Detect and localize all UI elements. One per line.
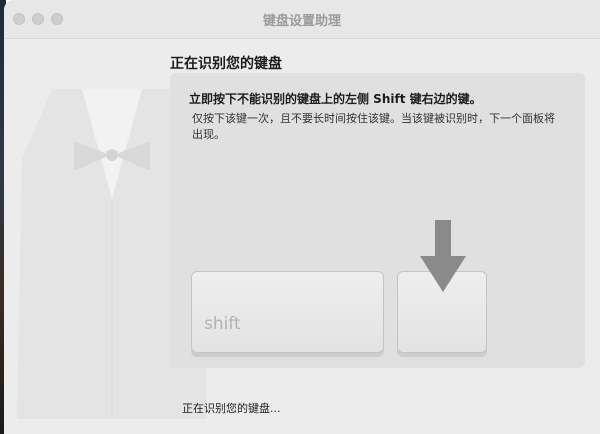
- down-arrow-icon: [420, 220, 466, 292]
- shift-key-illustration: shift: [191, 271, 384, 353]
- instruction-panel: 立即按下不能识别的键盘上的左侧 Shift 键右边的键。 仅按下该键一次，且不要…: [170, 73, 585, 368]
- status-text: 正在识别您的键盘...: [182, 402, 281, 415]
- keyboard-setup-assistant-window: 键盘设置助理 正在识别您的键盘 立即按下不能识别的键盘上的左侧 Shift 键右…: [4, 0, 600, 434]
- window-title: 键盘设置助理: [262, 14, 341, 29]
- detail-text: 仅按下该键一次，且不要长时间按住该键。当该键被识别时，下一个面板将出现。: [192, 112, 555, 141]
- title-bar[interactable]: 键盘设置助理: [4, 0, 600, 39]
- content-area: 正在识别您的键盘 立即按下不能识别的键盘上的左侧 Shift 键右边的键。 仅按…: [4, 39, 600, 434]
- instruction-text: 立即按下不能识别的键盘上的左侧 Shift 键右边的键。: [189, 92, 482, 106]
- shift-key-label: shift: [204, 314, 241, 334]
- page-heading: 正在识别您的键盘: [170, 56, 282, 72]
